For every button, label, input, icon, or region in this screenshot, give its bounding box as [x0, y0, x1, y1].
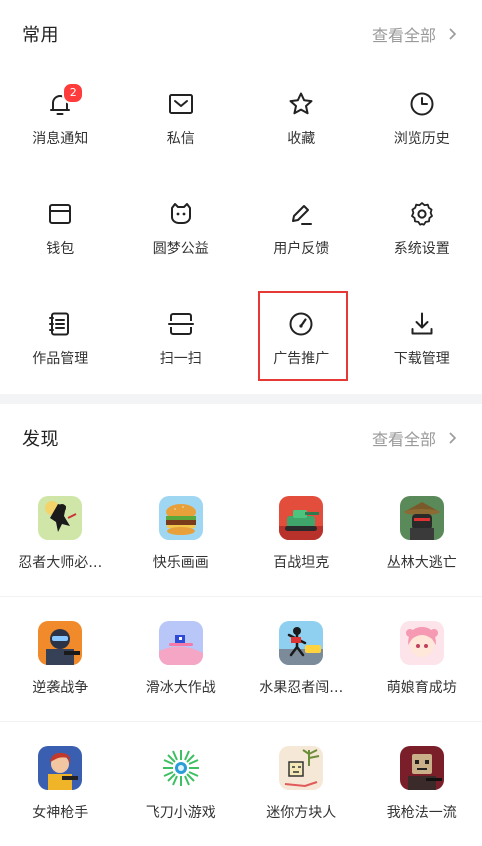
download-management-button[interactable]: 下载管理 [362, 288, 482, 398]
game-item-mini-block-man[interactable]: 迷你方块人 [241, 722, 362, 846]
favorites-button[interactable]: 收藏 [241, 68, 362, 178]
gear-icon [408, 200, 436, 228]
game-label: 滑冰大作战 [146, 677, 216, 697]
clock-icon [408, 90, 436, 118]
game-label: 丛林大逃亡 [387, 552, 457, 572]
common-grid: 2 消息通知 私信 收藏 浏览历史 钱包 [0, 68, 482, 398]
history-button[interactable]: 浏览历史 [362, 68, 482, 178]
charity-button[interactable]: 圆梦公益 [121, 178, 242, 288]
history-label: 浏览历史 [394, 128, 450, 148]
game-item-skating-battle[interactable]: 滑冰大作战 [121, 597, 242, 721]
wallet-label: 钱包 [46, 238, 74, 258]
game-label: 迷你方块人 [266, 802, 336, 822]
discover-header: 发现 查看全部 [0, 404, 482, 472]
common-header: 常用 查看全部 [0, 0, 482, 68]
private-message-label: 私信 [167, 128, 195, 148]
pen-icon [287, 200, 315, 228]
game-label: 百战坦克 [273, 552, 329, 572]
notebook-icon [46, 310, 74, 338]
game-row: 忍者大师必… 快乐画画 百战坦克 丛林大逃亡 [0, 472, 482, 597]
game-item-ninja-master[interactable]: 忍者大师必… [0, 472, 121, 596]
game-item-happy-drawing[interactable]: 快乐画画 [121, 472, 242, 596]
game-label: 快乐画画 [153, 552, 209, 572]
game-item-flying-knife[interactable]: 飞刀小游戏 [121, 722, 242, 846]
cat-face-icon [167, 200, 195, 228]
game-label: 萌娘育成坊 [387, 677, 457, 697]
game-row: 逆袭战争 滑冰大作战 水果忍者闯… 萌娘育成坊 [0, 597, 482, 722]
feedback-label: 用户反馈 [273, 238, 329, 258]
game-label: 逆袭战争 [32, 677, 88, 697]
discover-section: 发现 查看全部 忍者大师必… 快乐画画 百战坦克 [0, 404, 482, 824]
favorites-label: 收藏 [287, 128, 315, 148]
common-title: 常用 [22, 21, 59, 47]
gunner-game-icon [38, 746, 82, 790]
discover-title: 发现 [22, 425, 59, 451]
download-management-label: 下载管理 [394, 348, 450, 368]
game-item-hundred-battle-tank[interactable]: 百战坦克 [241, 472, 362, 596]
wallet-button[interactable]: 钱包 [0, 178, 121, 288]
download-icon [408, 310, 436, 338]
soldier-game-icon [38, 621, 82, 665]
common-view-all-label: 查看全部 [372, 22, 436, 46]
settings-label: 系统设置 [394, 238, 450, 258]
game-item-counter-war[interactable]: 逆袭战争 [0, 597, 121, 721]
scan-icon [167, 310, 195, 338]
discover-view-all-link[interactable]: 查看全部 [372, 426, 460, 450]
game-item-top-marksman[interactable]: 我枪法一流 [362, 722, 482, 846]
wallet-icon [46, 200, 74, 228]
works-management-label: 作品管理 [32, 348, 88, 368]
game-label: 水果忍者闯… [259, 677, 343, 697]
common-view-all-link[interactable]: 查看全部 [372, 22, 460, 46]
works-management-button[interactable]: 作品管理 [0, 288, 121, 398]
jungle-game-icon [400, 496, 444, 540]
skate-game-icon [159, 621, 203, 665]
game-label: 女神枪手 [32, 802, 88, 822]
chevron-right-icon [444, 430, 460, 446]
ad-promotion-label: 广告推广 [273, 348, 329, 368]
feedback-button[interactable]: 用户反馈 [241, 178, 362, 288]
game-item-goddess-gunner[interactable]: 女神枪手 [0, 722, 121, 846]
scan-label: 扫一扫 [160, 348, 202, 368]
game-row: 女神枪手 飞刀小游戏 迷你方块人 我枪法一流 [0, 722, 482, 846]
settings-button[interactable]: 系统设置 [362, 178, 482, 288]
game-label: 飞刀小游戏 [146, 802, 216, 822]
chevron-right-icon [444, 26, 460, 42]
private-message-button[interactable]: 私信 [121, 68, 242, 178]
ad-promotion-button[interactable]: 广告推广 [241, 288, 362, 398]
discover-view-all-label: 查看全部 [372, 426, 436, 450]
scan-button[interactable]: 扫一扫 [121, 288, 242, 398]
charity-label: 圆梦公益 [153, 238, 209, 258]
game-item-fruit-ninja-adventure[interactable]: 水果忍者闯… [241, 597, 362, 721]
shooter-game-icon [400, 746, 444, 790]
bell-icon: 2 [46, 90, 74, 118]
gauge-icon [287, 310, 315, 338]
notifications-label: 消息通知 [32, 128, 88, 148]
notification-badge: 2 [62, 82, 84, 104]
game-item-jungle-escape[interactable]: 丛林大逃亡 [362, 472, 482, 596]
knife-game-icon [159, 746, 203, 790]
stickman-game-icon [279, 621, 323, 665]
tank-game-icon [279, 496, 323, 540]
star-icon [287, 90, 315, 118]
game-label: 我枪法一流 [387, 802, 457, 822]
notifications-button[interactable]: 2 消息通知 [0, 68, 121, 178]
mail-icon [167, 90, 195, 118]
game-label: 忍者大师必… [18, 552, 102, 572]
game-item-moe-girl-raising[interactable]: 萌娘育成坊 [362, 597, 482, 721]
anime-girl-game-icon [400, 621, 444, 665]
block-man-game-icon [279, 746, 323, 790]
common-section: 常用 查看全部 2 消息通知 私信 收藏 [0, 0, 482, 394]
ninja-game-icon [38, 496, 82, 540]
burger-game-icon [159, 496, 203, 540]
